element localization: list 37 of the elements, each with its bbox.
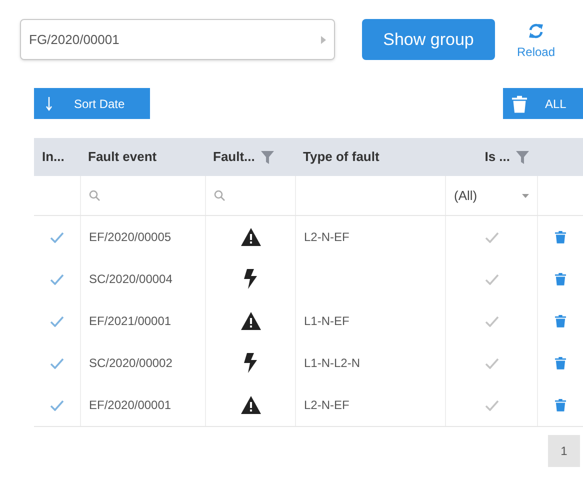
table-cell-text: SC/2020/00002 xyxy=(89,355,172,372)
table-cell-text: EF/2020/00005 xyxy=(89,229,172,246)
search-icon xyxy=(214,190,225,201)
table-cell-text: EF/2021/00001 xyxy=(89,313,172,330)
group-select[interactable]: FG/2020/00001 xyxy=(20,19,335,60)
table-cell-text: L1-N-EF xyxy=(304,313,350,330)
caret-icon xyxy=(522,194,529,198)
page-button[interactable]: 1 xyxy=(548,435,580,467)
refresh-icon xyxy=(528,23,544,39)
table-cell-text: L1-N-L2-N xyxy=(304,355,360,372)
filter-icon[interactable] xyxy=(260,150,274,164)
search-icon xyxy=(89,190,100,201)
column-header[interactable]: In... xyxy=(42,147,64,167)
delete-button[interactable] xyxy=(555,398,566,412)
table-cell-text: EF/2020/00001 xyxy=(89,397,172,414)
trash-icon xyxy=(555,230,566,244)
filter-dropdown-value[interactable]: (All) xyxy=(454,186,478,206)
down-arrow-icon xyxy=(46,96,52,110)
delete-button[interactable] xyxy=(555,230,566,244)
trash-icon xyxy=(555,356,566,370)
trash-icon xyxy=(555,272,566,286)
table-cell-text: L2-N-EF xyxy=(304,229,350,246)
delete-button[interactable] xyxy=(555,356,566,370)
group-value: FG/2020/00001 xyxy=(29,30,120,49)
table-cell-text: SC/2020/00004 xyxy=(89,271,172,288)
delete-button[interactable] xyxy=(555,272,566,286)
filter-icon[interactable] xyxy=(516,150,529,164)
trash-icon xyxy=(512,94,527,112)
column-header[interactable]: Fault event xyxy=(88,147,157,167)
trash-icon xyxy=(555,314,566,328)
caret-icon xyxy=(321,36,326,44)
table-cell-text: L2-N-EF xyxy=(304,397,350,414)
delete-button[interactable] xyxy=(555,314,566,328)
column-header[interactable]: Is ... xyxy=(484,147,510,167)
column-header[interactable]: Type of fault xyxy=(303,147,380,167)
column-header[interactable]: Fault... xyxy=(213,147,255,167)
trash-icon xyxy=(555,398,566,412)
